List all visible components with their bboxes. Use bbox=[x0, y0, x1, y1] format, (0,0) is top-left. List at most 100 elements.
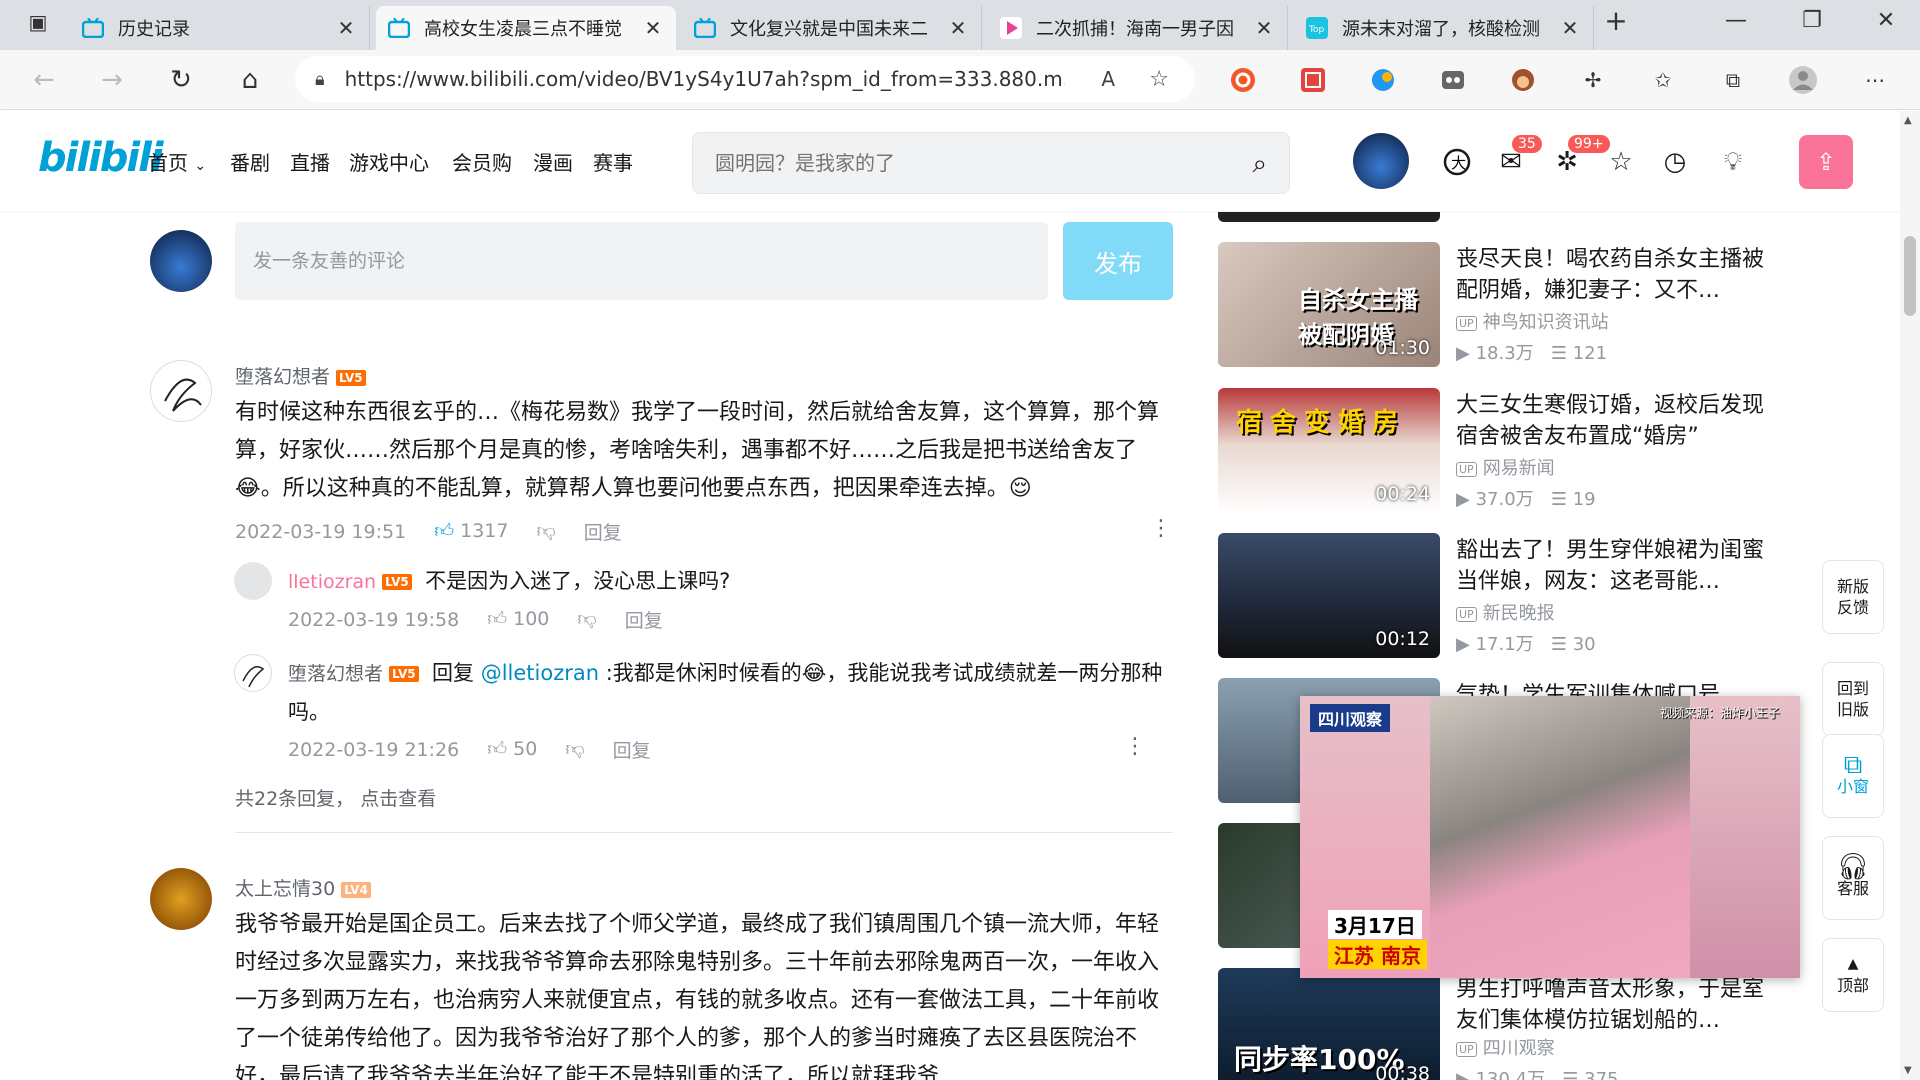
restore-icon[interactable]: ❐ bbox=[1792, 8, 1832, 33]
upload-button[interactable]: ⇪ bbox=[1799, 135, 1853, 189]
tab-actions-icon[interactable]: ▣ bbox=[18, 10, 58, 34]
scrollbar-thumb[interactable] bbox=[1904, 236, 1916, 316]
like-button[interactable]: 👍︎ 100 bbox=[487, 608, 549, 631]
dislike-icon[interactable]: 👎︎ bbox=[577, 608, 596, 631]
reply-button[interactable]: 回复 bbox=[625, 606, 663, 633]
extensions-puzzle-icon[interactable]: ✢ bbox=[1578, 65, 1608, 95]
rec-card[interactable]: 宿舍变婚房 00:24 大三女生寒假订婚，返校后发现宿舍被舍友布置成“婚房” U… bbox=[1218, 388, 1778, 513]
extension-grey-icon[interactable] bbox=[1438, 65, 1468, 95]
nav-vip-mall[interactable]: 会员购 bbox=[452, 147, 512, 176]
rec-thumbnail[interactable]: 宿舍变婚房 00:24 bbox=[1218, 388, 1440, 513]
rec-thumbnail[interactable]: 00:12 bbox=[1218, 533, 1440, 658]
rec-thumbnail[interactable]: 同步率100% 00:38 bbox=[1218, 968, 1440, 1080]
minimize-icon[interactable]: — bbox=[1716, 8, 1756, 33]
rec-thumbnail[interactable]: 自杀女主播被配阴婚 01:30 bbox=[1218, 242, 1440, 367]
rec-title[interactable]: 豁出去了！男生穿伴娘裙为闺蜜当伴娘，网友：这老哥能… bbox=[1456, 535, 1776, 597]
window-close-icon[interactable]: ✕ bbox=[1866, 8, 1906, 33]
nav-game-center[interactable]: 游戏中心 bbox=[349, 147, 429, 176]
like-button[interactable]: 👍︎ 50 bbox=[487, 738, 537, 761]
comment-username[interactable]: 堕落幻想者 LV5 bbox=[235, 362, 366, 389]
read-aloud-icon[interactable]: A bbox=[1101, 67, 1115, 91]
customer-service-button[interactable]: 🎧︎ 客服 bbox=[1822, 836, 1884, 920]
rec-card[interactable]: 同步率100% 00:38 男生打呼噜声音太形象，于是室友们集体模仿拉锯划船的…… bbox=[1218, 968, 1778, 1080]
page-scrollbar[interactable]: ▲ ▼ bbox=[1900, 111, 1920, 1080]
close-icon[interactable]: ✕ bbox=[1253, 16, 1275, 40]
refresh-icon[interactable]: ↻ bbox=[163, 62, 199, 98]
collections-icon[interactable]: ⧉ bbox=[1718, 65, 1748, 95]
reply-button[interactable]: 回复 bbox=[584, 518, 622, 545]
more-options-icon[interactable]: ⋮ bbox=[1124, 734, 1146, 759]
scroll-down-icon[interactable]: ▼ bbox=[1904, 1065, 1912, 1076]
extension-red-icon[interactable] bbox=[1228, 65, 1258, 95]
url-field[interactable]: 🔒︎ https://www.bilibili.com/video/BV1yS4… bbox=[295, 56, 1195, 102]
forward-icon[interactable]: → bbox=[94, 62, 130, 98]
extension-blue-icon[interactable] bbox=[1368, 65, 1398, 95]
mini-window-button[interactable]: ⧉ 小窗 bbox=[1822, 734, 1884, 818]
commenter-avatar[interactable] bbox=[150, 360, 212, 422]
user-avatar[interactable] bbox=[1353, 133, 1409, 189]
extension-seal-icon[interactable] bbox=[1298, 65, 1328, 95]
rec-uploader[interactable]: UP 神鸟知识资讯站 bbox=[1456, 308, 1609, 334]
my-avatar[interactable] bbox=[150, 230, 212, 292]
publish-button[interactable]: 发布 bbox=[1063, 222, 1173, 300]
more-menu-icon[interactable]: ⋯ bbox=[1860, 65, 1890, 95]
tab-hainan[interactable]: 二次抓捕！海南一男子因 ✕ bbox=[988, 6, 1288, 50]
reply-button[interactable]: 回复 bbox=[613, 736, 651, 763]
view-more-replies[interactable]: 共22条回复， 点击查看 bbox=[235, 784, 436, 811]
tab-history[interactable]: 历史记录 ✕ bbox=[70, 6, 370, 50]
scroll-up-icon[interactable]: ▲ bbox=[1904, 115, 1912, 126]
more-options-icon[interactable]: ⋮ bbox=[1150, 516, 1172, 541]
home-icon[interactable]: ⌂ bbox=[232, 62, 268, 98]
rec-card[interactable]: 00:12 豁出去了！男生穿伴娘裙为闺蜜当伴娘，网友：这老哥能… UP 新民晚报 … bbox=[1218, 533, 1778, 658]
search-icon[interactable]: ⌕ bbox=[1252, 149, 1267, 180]
extension-monkey-icon[interactable] bbox=[1508, 65, 1538, 95]
bilibili-logo[interactable]: bilibili bbox=[38, 135, 164, 181]
favorites-star-icon[interactable]: ☆ bbox=[1604, 145, 1638, 179]
reply-username[interactable]: 堕落幻想者 bbox=[288, 663, 383, 685]
reply-avatar[interactable] bbox=[234, 562, 272, 600]
comment-input[interactable]: 发一条友善的评论 bbox=[235, 222, 1048, 300]
creative-bulb-icon[interactable]: 💡︎ bbox=[1716, 145, 1750, 179]
search-input[interactable] bbox=[715, 151, 1215, 175]
nav-bangumi[interactable]: 番剧 bbox=[230, 147, 270, 176]
close-icon[interactable]: ✕ bbox=[947, 16, 969, 40]
reply-avatar[interactable] bbox=[234, 654, 272, 692]
rec-uploader[interactable]: UP 新民晚报 bbox=[1456, 599, 1555, 625]
tab-culture[interactable]: 文化复兴就是中国未来二 ✕ bbox=[682, 6, 982, 50]
old-version-button[interactable]: 回到旧版 bbox=[1822, 662, 1884, 736]
mention-link[interactable]: @lletiozran bbox=[481, 661, 599, 685]
profile-icon[interactable] bbox=[1788, 65, 1818, 95]
close-icon[interactable]: ✕ bbox=[335, 16, 357, 40]
rec-card[interactable]: 自杀女主播被配阴婚 01:30 丧尽天良！喝农药自杀女主播被配阴婚，嫌犯妻子：又… bbox=[1218, 242, 1778, 367]
close-icon[interactable]: ✕ bbox=[642, 16, 664, 40]
comment-username[interactable]: 太上忘情30 LV4 bbox=[235, 874, 371, 901]
mini-player[interactable]: 四川观察 视频来源：油炸小王子 3月17日 江苏 南京 bbox=[1300, 696, 1800, 978]
tab-current[interactable]: 高校女生凌晨三点不睡觉 ✕ bbox=[376, 6, 676, 50]
rec-title[interactable]: 男生打呼噜声音太形象，于是室友们集体模仿拉锯划船的… bbox=[1456, 974, 1776, 1036]
nav-home[interactable]: 首页 ⌄ bbox=[148, 147, 206, 176]
commenter-avatar[interactable] bbox=[150, 868, 212, 930]
close-icon[interactable]: ✕ bbox=[1559, 16, 1581, 40]
history-clock-icon[interactable]: ◷ bbox=[1658, 145, 1692, 179]
rec-title[interactable]: 大三女生寒假订婚，返校后发现宿舍被舍友布置成“婚房” bbox=[1456, 390, 1776, 452]
dislike-icon[interactable]: 👎︎ bbox=[536, 520, 555, 543]
feedback-button[interactable]: 新版反馈 bbox=[1822, 560, 1884, 634]
prev-card-thumbnail[interactable] bbox=[1218, 212, 1440, 222]
back-icon[interactable]: ← bbox=[26, 62, 62, 98]
rec-title[interactable]: 丧尽天良！喝农药自杀女主播被配阴婚，嫌犯妻子：又不… bbox=[1456, 244, 1776, 306]
nav-manga[interactable]: 漫画 bbox=[533, 147, 573, 176]
dislike-icon[interactable]: 👎︎ bbox=[565, 738, 584, 761]
tab-covid[interactable]: Top 源未末对溜了，核酸检测 ✕ bbox=[1294, 6, 1594, 50]
favorite-add-icon[interactable]: ☆ bbox=[1149, 67, 1169, 92]
nav-esports[interactable]: 赛事 bbox=[593, 147, 633, 176]
rec-uploader[interactable]: UP 四川观察 bbox=[1456, 1034, 1555, 1060]
rec-uploader[interactable]: UP 网易新闻 bbox=[1456, 454, 1555, 480]
dynamic-icon[interactable]: ✲ 99+ bbox=[1550, 135, 1610, 179]
nav-live[interactable]: 直播 bbox=[290, 147, 330, 176]
reply-username[interactable]: lletiozran bbox=[288, 571, 376, 593]
back-to-top-button[interactable]: ▲ 顶部 bbox=[1822, 938, 1884, 1012]
vip-icon[interactable]: 大 bbox=[1440, 145, 1474, 179]
new-tab-icon[interactable]: + bbox=[1596, 4, 1636, 37]
favorites-icon[interactable]: ✩ bbox=[1648, 65, 1678, 95]
message-icon[interactable]: ✉ 35 bbox=[1494, 135, 1542, 179]
